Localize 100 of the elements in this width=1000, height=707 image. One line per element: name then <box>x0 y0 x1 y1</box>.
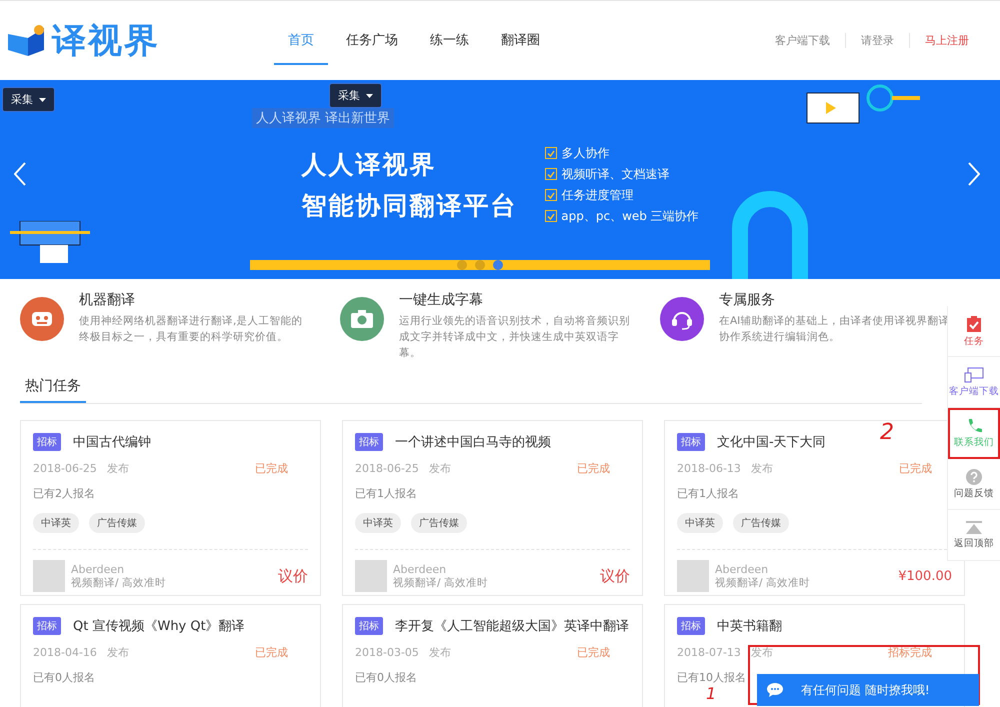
task-date: 2018-07-13 <box>677 646 741 659</box>
user-description: 视频翻译/ 高效准时 <box>71 576 166 590</box>
caret-icon <box>366 94 373 98</box>
collect-dropdown[interactable]: 采集 <box>2 87 55 112</box>
task-status: 已完成 <box>255 461 288 476</box>
signup-count: 已有1人报名 <box>355 486 418 501</box>
feature-text: 任务进度管理 <box>561 186 634 204</box>
nav-tab[interactable]: 翻译圈 <box>487 16 554 64</box>
phone-icon <box>966 418 982 434</box>
task-card[interactable]: 招标 Qt 宣传视频《Why Qt》翻译 2018-04-16 发布 已完成 已有0人报名 <box>20 604 321 707</box>
side-tool-button[interactable]: 问题反馈 <box>948 459 1000 510</box>
task-card[interactable]: 招标 李开复《人工智能超级大国》英译中翻译 2018-03-05 发布 已完成 已有0人报名 <box>342 604 643 707</box>
task-posted-label: 发布 <box>106 645 129 660</box>
task-status: 已完成 <box>899 461 932 476</box>
avatar-placeholder <box>677 560 709 592</box>
devices-icon <box>964 366 984 382</box>
user-description: 视频翻译/ 高效准时 <box>393 576 488 590</box>
service-description: 运用行业领先的语音识别技术，自动将音频识别成文字并转译成中文，并快速生成中英双语字幕。 <box>399 314 631 361</box>
signup-count: 已有0人报名 <box>33 670 96 685</box>
user-name: Aberdeen <box>71 562 126 576</box>
signup-count: 已有1人报名 <box>677 486 740 501</box>
task-title: 一个讲述中国白马寺的视频 <box>395 434 551 451</box>
task-tag: 广告传媒 <box>89 513 145 533</box>
register-link[interactable]: 马上注册 <box>909 33 984 48</box>
service-title: 专属服务 <box>719 291 776 309</box>
nav-tab[interactable]: 任务广场 <box>332 16 412 64</box>
avatar-placeholder <box>355 560 387 592</box>
logo-icon <box>6 24 46 58</box>
task-date: 2018-03-05 <box>355 646 419 659</box>
banner-headline: 智能协同翻译平台 <box>301 190 518 222</box>
task-posted-label: 发布 <box>750 461 773 476</box>
task-status: 已完成 <box>255 645 288 660</box>
task-price: ¥100.00 <box>898 568 952 584</box>
signup-count: 已有0人报名 <box>355 670 418 685</box>
signup-count: 已有2人报名 <box>33 486 96 501</box>
task-tag: 广告传媒 <box>411 513 467 533</box>
user-name: Aberdeen <box>715 562 770 576</box>
task-price: 议价 <box>278 566 308 586</box>
header-link[interactable]: 客户端下载 <box>760 33 845 48</box>
banner-headline: 人人译视界 <box>301 148 438 180</box>
task-tag: 中译英 <box>33 513 79 533</box>
task-title: 李开复《人工智能超级大国》英译中翻译 <box>395 618 629 635</box>
service-title: 机器翻译 <box>79 291 136 309</box>
chat-icon <box>767 683 783 697</box>
task-date: 2018-06-25 <box>355 462 419 475</box>
task-card[interactable]: 招标 一个讲述中国白马寺的视频 2018-06-25 发布 已完成 已有1人报名 中译英 广告传媒 Aberdeen 视频翻译/ 高效准时 议价 <box>342 420 643 596</box>
collect-dropdown[interactable]: 采集 <box>329 83 382 108</box>
tender-badge: 招标 <box>33 617 61 635</box>
task-title: 中国古代编钟 <box>73 434 151 451</box>
task-status: 招标完成 <box>888 645 932 660</box>
caret-icon <box>39 98 46 102</box>
logo-text: 译视界 <box>52 20 160 62</box>
user-description: 视频翻译/ 高效准时 <box>715 576 810 590</box>
banner-slogan: 人人译视界 译出新世界 <box>252 108 394 128</box>
task-title: 文化中国-天下大同 <box>717 434 826 451</box>
task-posted-label: 发布 <box>106 461 129 476</box>
feature-text: 多人协作 <box>561 144 610 162</box>
tender-badge: 招标 <box>355 617 383 635</box>
nav-tab[interactable]: 练一练 <box>416 16 483 64</box>
carousel-dot[interactable] <box>493 260 503 270</box>
task-date: 2018-06-13 <box>677 462 741 475</box>
header-link[interactable]: 请登录 <box>845 33 909 48</box>
monitor-drawing <box>806 92 860 124</box>
annotation-mark: 2 <box>880 420 894 445</box>
back-to-top-icon <box>966 520 982 534</box>
service-description: 使用神经网络机器翻译进行翻译,是人工智能的终极目标之一，具有重要的科学研究价值。 <box>79 314 304 345</box>
task-tag: 中译英 <box>677 513 723 533</box>
annotation-mark: 1 <box>706 684 716 703</box>
signup-count: 已有10人报名 <box>677 670 747 685</box>
task-posted-label: 发布 <box>428 461 451 476</box>
carousel-dot[interactable] <box>475 260 485 270</box>
clipboard-check-icon <box>966 314 982 332</box>
task-tag: 广告传媒 <box>733 513 789 533</box>
task-status: 已完成 <box>577 461 610 476</box>
tender-badge: 招标 <box>355 433 383 451</box>
avatar-placeholder <box>33 560 65 592</box>
help-icon <box>966 468 982 484</box>
tender-badge: 招标 <box>677 433 705 451</box>
side-tool-button[interactable]: 客户端下载 <box>948 357 1000 408</box>
carousel-dot[interactable] <box>457 260 467 270</box>
task-status: 已完成 <box>577 645 610 660</box>
task-tag: 中译英 <box>355 513 401 533</box>
task-price: 议价 <box>600 566 630 586</box>
feature-text: app、pc、web 三端协作 <box>561 208 699 224</box>
side-tool-button[interactable]: 返回顶部 <box>948 510 1000 561</box>
section-title[interactable]: 热门任务 <box>20 377 86 403</box>
user-name: Aberdeen <box>393 562 448 576</box>
magnifier-drawing <box>866 84 920 112</box>
side-tool-button[interactable]: 任务 <box>948 306 1000 357</box>
tender-badge: 招标 <box>33 433 61 451</box>
service-title: 一键生成字幕 <box>399 291 484 309</box>
tender-badge: 招标 <box>677 617 705 635</box>
task-date: 2018-04-16 <box>33 646 97 659</box>
task-card[interactable]: 招标 中国古代编钟 2018-06-25 发布 已完成 已有2人报名 中译英 广告传媒 Aberdeen 视频翻译/ 高效准时 议价 <box>20 420 321 596</box>
camera-icon <box>350 309 374 329</box>
chat-button[interactable]: 有任何问题 随时撩我哦! <box>757 674 979 706</box>
task-posted-label: 发布 <box>750 645 773 660</box>
task-date: 2018-06-25 <box>33 462 97 475</box>
task-title: 中英书籍翻 <box>717 618 782 635</box>
feature-text: 视频听译、文档速译 <box>561 166 670 182</box>
